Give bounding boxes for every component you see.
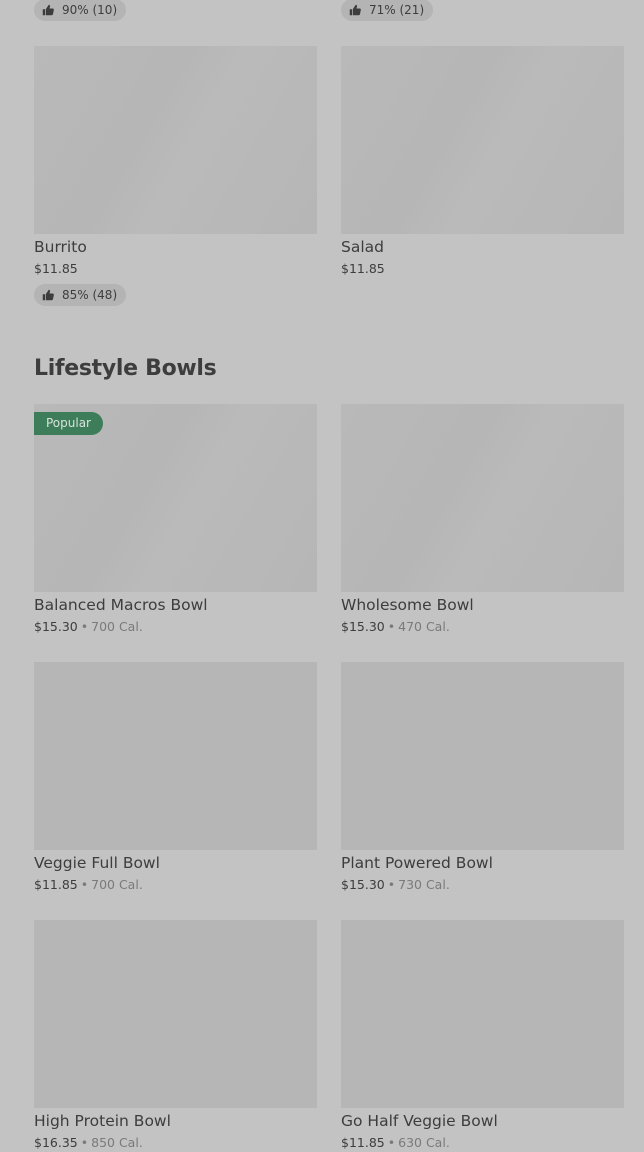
item-meta: $15.30 • 700 Cal.: [34, 618, 317, 636]
item-meta: $11.85: [34, 260, 317, 278]
item-image: [341, 662, 624, 850]
item-meta: $11.85: [341, 260, 624, 278]
menu-item-card[interactable]: Wholesome Bowl $15.30 • 470 Cal.: [341, 404, 624, 636]
menu-item-card[interactable]: Burrito $11.85 85% (48): [34, 46, 317, 306]
item-price: $11.85: [341, 261, 385, 276]
item-price: $15.30: [341, 877, 385, 892]
item-name: Salad: [341, 238, 384, 256]
item-name: Burrito: [34, 238, 87, 256]
thumbs-up-icon: [349, 4, 361, 16]
menu-item-card[interactable]: Popular Balanced Macros Bowl $15.30 • 700 …: [34, 404, 317, 636]
thumbs-up-icon: [42, 289, 54, 301]
item-image: [341, 920, 624, 1108]
item-calories: 850 Cal.: [91, 1135, 143, 1150]
meta-separator: •: [80, 877, 89, 892]
menu-item-card[interactable]: Salad $11.85: [341, 46, 624, 278]
item-price: $11.85: [341, 1135, 385, 1150]
item-price: $15.30: [341, 619, 385, 634]
section-title: Lifestyle Bowls: [34, 356, 217, 381]
item-image: [341, 46, 624, 234]
item-name: Veggie Full Bowl: [34, 854, 160, 872]
item-image: [341, 404, 624, 592]
menu-item-card[interactable]: Veggie Full Bowl $11.85 • 700 Cal.: [34, 662, 317, 894]
item-price: $15.30: [34, 619, 78, 634]
item-calories: 730 Cal.: [398, 877, 450, 892]
menu-item-card[interactable]: Go Half Veggie Bowl $11.85 • 630 Cal.: [341, 920, 624, 1152]
item-meta: $11.85 • 630 Cal.: [341, 1134, 624, 1152]
item-name: Go Half Veggie Bowl: [341, 1112, 498, 1130]
item-image: Popular: [34, 404, 317, 592]
item-image: [34, 920, 317, 1108]
menu-item-card[interactable]: High Protein Bowl $16.35 • 850 Cal.: [34, 920, 317, 1152]
thumbs-up-icon: [42, 4, 54, 16]
item-name: Balanced Macros Bowl: [34, 596, 208, 614]
item-calories: 700 Cal.: [91, 877, 143, 892]
rating-pill: 90% (10): [34, 0, 127, 21]
item-price: $11.85: [34, 261, 78, 276]
rating-pill: 71% (21): [341, 0, 434, 21]
rating-text: 71% (21): [369, 3, 425, 17]
item-name: Plant Powered Bowl: [341, 854, 493, 872]
item-image: [34, 46, 317, 234]
menu-page: 90% (10) 71% (21) Burrito $11.85 85% (48…: [0, 0, 644, 1152]
meta-separator: •: [387, 1135, 396, 1150]
meta-separator: •: [80, 1135, 89, 1150]
item-price: $11.85: [34, 877, 78, 892]
meta-separator: •: [80, 619, 89, 634]
rating-text: 85% (48): [62, 288, 118, 302]
item-meta: $15.30 • 470 Cal.: [341, 618, 624, 636]
item-calories: 630 Cal.: [398, 1135, 450, 1150]
item-price: $16.35: [34, 1135, 78, 1150]
item-meta: $15.30 • 730 Cal.: [341, 876, 624, 894]
item-name: High Protein Bowl: [34, 1112, 171, 1130]
item-meta: $11.85 • 700 Cal.: [34, 876, 317, 894]
item-calories: 470 Cal.: [398, 619, 450, 634]
meta-separator: •: [387, 877, 396, 892]
item-name: Wholesome Bowl: [341, 596, 474, 614]
item-meta: $16.35 • 850 Cal.: [34, 1134, 317, 1152]
rating-text: 90% (10): [62, 3, 118, 17]
menu-item-card[interactable]: Plant Powered Bowl $15.30 • 730 Cal.: [341, 662, 624, 894]
item-calories: 700 Cal.: [91, 619, 143, 634]
popular-badge: Popular: [34, 412, 103, 435]
item-image: [34, 662, 317, 850]
meta-separator: •: [387, 619, 396, 634]
rating-pill: 85% (48): [34, 284, 127, 306]
